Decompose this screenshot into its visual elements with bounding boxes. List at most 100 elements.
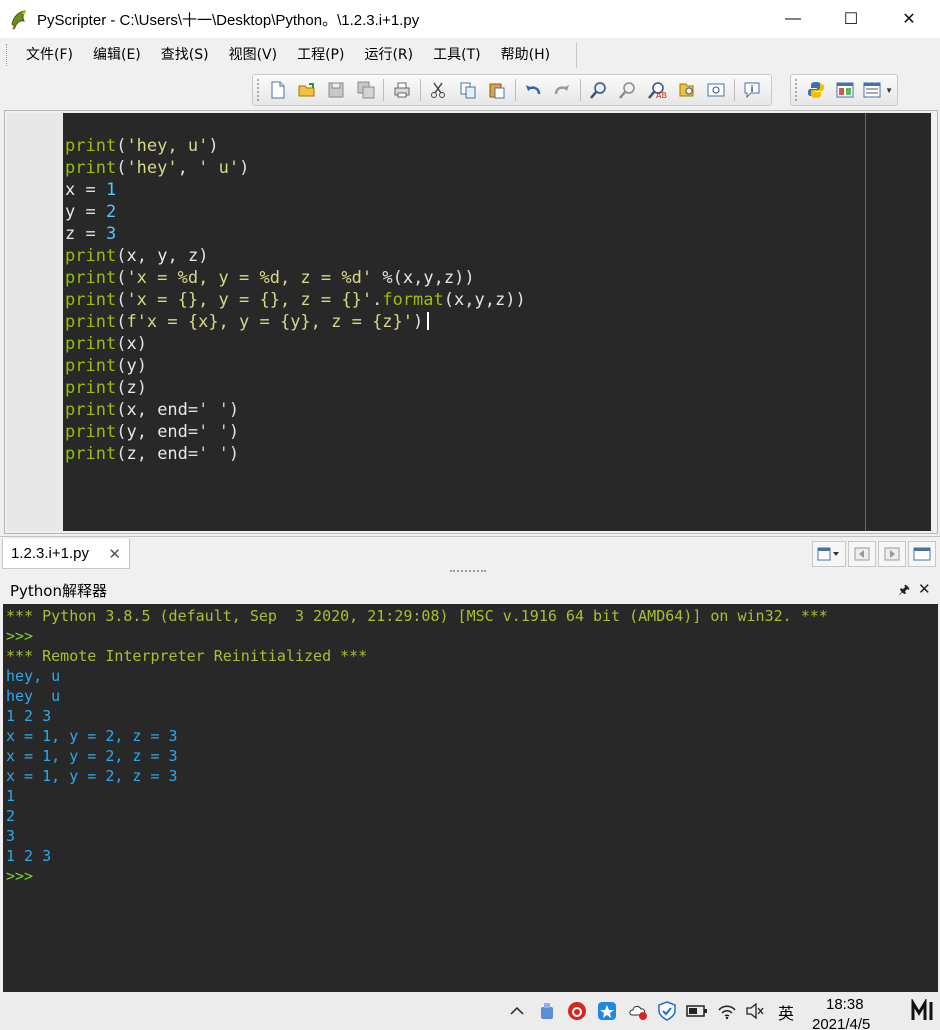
tab-list-icon — [817, 547, 839, 561]
code-line[interactable]: print('x = {}, y = {}, z = {}'.format(x,… — [65, 289, 526, 311]
find-next-button[interactable] — [615, 77, 640, 103]
tab-file[interactable]: 1.2.3.i+1.py ✕ — [2, 539, 130, 569]
tab-close-icon[interactable]: ✕ — [108, 545, 121, 563]
code-lines[interactable]: print('hey, u') print('hey', ' u') x = 1y … — [65, 135, 526, 465]
minimize-button[interactable]: — — [764, 0, 822, 38]
code-line[interactable]: x = 1 — [65, 179, 526, 201]
print-button[interactable] — [389, 77, 414, 103]
menu-file[interactable]: 文件(F) — [16, 42, 83, 68]
paste-button[interactable] — [484, 77, 509, 103]
menu-tools[interactable]: 工具(T) — [423, 42, 490, 68]
console-line-out: 1 2 3 — [6, 847, 52, 865]
shield-tray[interactable] — [656, 1000, 678, 1022]
goto-line-button[interactable] — [703, 77, 728, 103]
panel-splitter[interactable] — [450, 570, 486, 574]
close-icon: ✕ — [902, 11, 916, 28]
wifi-tray[interactable] — [716, 1000, 738, 1022]
maximize-icon: ☐ — [843, 11, 859, 28]
copy-button[interactable] — [455, 77, 480, 103]
code-line[interactable]: print('x = %d, y = %d, z = %d' %(x,y,z)) — [65, 267, 526, 289]
save-icon — [328, 82, 344, 98]
chevron-up-icon — [510, 1006, 524, 1015]
cloud-sync-icon — [629, 1006, 647, 1020]
code-line[interactable]: print('hey, u') — [65, 135, 526, 157]
volume-muted-icon — [746, 1002, 764, 1020]
shield-icon — [658, 1001, 676, 1021]
code-line[interactable]: print(x) — [65, 333, 526, 355]
code-line[interactable]: print(y, end=' ') — [65, 421, 526, 443]
redo-button[interactable] — [550, 77, 575, 103]
toolbar-separator — [514, 79, 516, 101]
replace-button[interactable]: AB — [645, 77, 670, 103]
tab-file-label: 1.2.3.i+1.py — [11, 545, 89, 562]
undo-button[interactable] — [521, 77, 546, 103]
code-line[interactable]: print(f'x = {x}, y = {y}, z = {z}') — [65, 311, 526, 333]
window-icon — [913, 547, 931, 561]
netease-music-tray[interactable] — [566, 1000, 588, 1022]
toolbar-separator — [733, 79, 735, 101]
clock-date[interactable]: 2021/4/5 — [812, 1016, 870, 1030]
menu-project[interactable]: 工程(P) — [287, 42, 354, 68]
input-method-indicator[interactable]: 英 — [778, 1000, 794, 1024]
previous-tab-button[interactable] — [848, 541, 876, 567]
find-icon — [589, 82, 606, 99]
clock-time[interactable]: 18:38 — [826, 996, 864, 1013]
view-menu-button[interactable] — [862, 77, 883, 103]
pin-icon[interactable]: 🖈 — [898, 581, 910, 603]
menu-view[interactable]: 视图(V) — [219, 42, 288, 68]
interpreter-console[interactable]: *** Python 3.8.5 (default, Sep 3 2020, 2… — [3, 604, 938, 992]
find-in-files-button[interactable] — [674, 77, 699, 103]
menu-edit[interactable]: 编辑(E) — [83, 42, 151, 68]
tab-list-button[interactable] — [812, 541, 846, 567]
feishu-icon — [598, 1002, 616, 1020]
menu-grip[interactable] — [6, 44, 10, 66]
save-all-icon — [357, 81, 375, 99]
interpreter-title: Python解释器 — [10, 581, 107, 600]
split-window-button[interactable] — [908, 541, 936, 567]
save-all-button[interactable] — [353, 77, 378, 103]
code-line[interactable]: z = 3 — [65, 223, 526, 245]
toolbar-grip[interactable] — [795, 79, 798, 101]
find-button[interactable] — [586, 77, 611, 103]
replace-icon: AB — [648, 82, 667, 100]
new-file-button[interactable] — [265, 77, 290, 103]
main-toolbar: AB i — [252, 74, 772, 106]
layout-button[interactable] — [832, 77, 857, 103]
close-window-button[interactable]: ✕ — [880, 0, 938, 38]
code-line[interactable]: print(z, end=' ') — [65, 443, 526, 465]
console-lines: *** Python 3.8.5 (default, Sep 3 2020, 2… — [6, 606, 828, 886]
cut-button[interactable] — [426, 77, 451, 103]
code-line[interactable]: print(z) — [65, 377, 526, 399]
python-engine-button[interactable] — [803, 77, 828, 103]
console-line-out: hey, u — [6, 667, 61, 685]
battery-tray[interactable] — [686, 1000, 708, 1022]
menu-search[interactable]: 查找(S) — [151, 42, 219, 68]
usb-drive-tray[interactable] — [536, 1000, 558, 1022]
console-line-out: hey u — [6, 687, 61, 705]
show-hidden-icons-button[interactable] — [506, 1000, 528, 1022]
maximize-button[interactable]: ☐ — [822, 0, 880, 38]
close-panel-icon[interactable]: ✕ — [918, 580, 931, 598]
menu-help[interactable]: 帮助(H) — [491, 42, 560, 68]
editor-gutter[interactable] — [7, 113, 63, 531]
goto-line-icon — [707, 83, 725, 97]
tab-tools — [810, 541, 936, 567]
open-file-button[interactable] — [294, 77, 319, 103]
code-line[interactable]: print(x, end=' ') — [65, 399, 526, 421]
menu-run[interactable]: 运行(R) — [354, 42, 423, 68]
pyscripter-logo-icon — [11, 10, 26, 30]
save-button[interactable] — [324, 77, 349, 103]
info-button[interactable]: i — [740, 77, 765, 103]
console-line-out: 1 — [6, 787, 16, 805]
toolbar-grip[interactable] — [257, 79, 260, 101]
next-tab-button[interactable] — [878, 541, 906, 567]
chevron-down-icon[interactable]: ▼ — [885, 86, 893, 95]
code-line[interactable]: print(x, y, z) — [65, 245, 526, 267]
code-line[interactable]: print('hey', ' u') — [65, 157, 526, 179]
cloud-sync-tray[interactable] — [626, 1000, 650, 1022]
volume-tray[interactable] — [744, 1000, 766, 1022]
feishu-tray[interactable] — [596, 1000, 618, 1022]
code-line[interactable]: print(y) — [65, 355, 526, 377]
console-line-out: x = 1, y = 2, z = 3 — [6, 767, 178, 785]
code-line[interactable]: y = 2 — [65, 201, 526, 223]
